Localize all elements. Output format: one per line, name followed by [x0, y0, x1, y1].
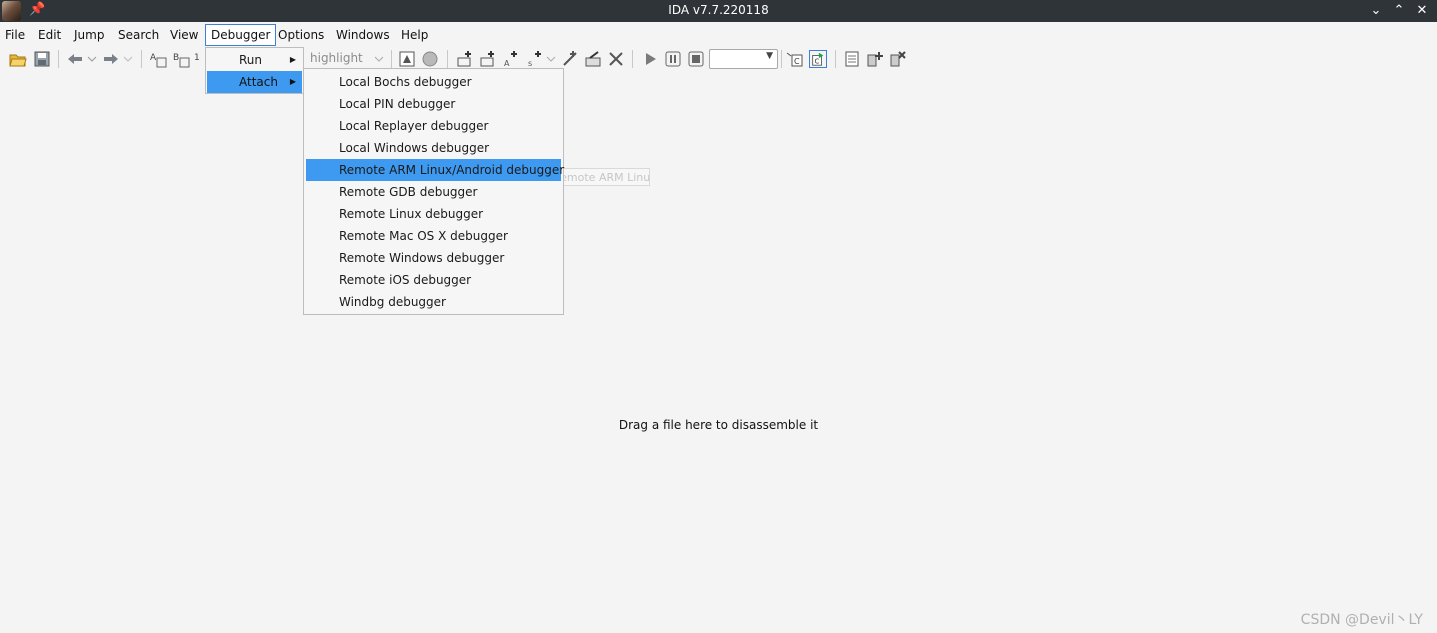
- menu-windows[interactable]: Windows: [331, 24, 395, 46]
- save-icon[interactable]: [33, 50, 51, 68]
- menu-item-run[interactable]: Run ▶: [207, 49, 302, 71]
- pause-icon[interactable]: [664, 50, 682, 68]
- svg-text:s: s: [528, 59, 532, 68]
- add-breakpoint-icon[interactable]: [866, 50, 884, 68]
- struct-dropdown-icon[interactable]: [545, 50, 557, 68]
- menu-item-remote-gdb[interactable]: Remote GDB debugger: [306, 181, 561, 203]
- menu-item-attach[interactable]: Attach ▶: [207, 71, 302, 93]
- back-dropdown-icon[interactable]: [86, 50, 98, 68]
- immediate-search-icon[interactable]: 1: [193, 50, 205, 68]
- forward-dropdown-icon[interactable]: [122, 50, 134, 68]
- open-folder-icon[interactable]: [9, 50, 27, 68]
- workspace[interactable]: Drag a file here to disassemble it: [0, 72, 1437, 633]
- submenu-arrow-icon: ▶: [289, 55, 296, 64]
- menu-item-attach-label: Attach: [239, 75, 278, 89]
- menu-item-remote-windows[interactable]: Remote Windows debugger: [306, 247, 561, 269]
- menu-bar: File Edit Jump Search View Debugger Opti…: [0, 24, 1437, 46]
- patch-icon[interactable]: [584, 50, 602, 68]
- menu-item-remote-linux[interactable]: Remote Linux debugger: [306, 203, 561, 225]
- highlight-label[interactable]: highlight: [310, 51, 363, 65]
- menu-item-remote-arm-linux-android[interactable]: Remote ARM Linux/Android debugger: [306, 159, 564, 181]
- svg-text:C: C: [794, 57, 800, 66]
- add-struct-icon[interactable]: s: [526, 50, 544, 68]
- window-title: IDA v7.7.220118: [668, 3, 769, 17]
- menu-item-windbg[interactable]: Windbg debugger: [306, 291, 561, 313]
- menu-item-local-windows[interactable]: Local Windows debugger: [306, 137, 561, 159]
- circle-icon[interactable]: [421, 50, 439, 68]
- menu-help[interactable]: Help: [396, 24, 433, 46]
- chevron-down-icon: ▼: [766, 51, 773, 61]
- watermark: CSDN @Devil丶LY: [1300, 612, 1423, 628]
- menu-item-remote-mac-os-x[interactable]: Remote Mac OS X debugger: [306, 225, 561, 247]
- back-icon[interactable]: [66, 50, 84, 68]
- menu-file[interactable]: File: [0, 24, 30, 46]
- debugger-select[interactable]: ▼: [709, 49, 778, 69]
- close-icon[interactable]: ✕: [1413, 2, 1431, 20]
- add-function-icon[interactable]: [456, 50, 474, 68]
- svg-text:A: A: [150, 53, 157, 63]
- stop-icon[interactable]: [687, 50, 705, 68]
- menu-debugger[interactable]: Debugger: [205, 24, 277, 46]
- minimize-icon[interactable]: ⌄: [1367, 2, 1385, 20]
- breakpoint-list-icon[interactable]: [843, 50, 861, 68]
- add-string-icon[interactable]: A: [502, 50, 520, 68]
- delete-breakpoint-icon[interactable]: [889, 50, 907, 68]
- maximize-icon[interactable]: ⌃: [1390, 2, 1408, 20]
- add-enum-icon[interactable]: [561, 50, 579, 68]
- menu-item-remote-ios[interactable]: Remote iOS debugger: [306, 269, 561, 291]
- svg-text:C: C: [814, 56, 819, 65]
- submenu-arrow-icon: ▶: [289, 77, 296, 86]
- menu-edit[interactable]: Edit: [33, 24, 66, 46]
- svg-text:1: 1: [194, 53, 200, 63]
- svg-text:B: B: [173, 53, 179, 63]
- menu-item-local-pin[interactable]: Local PIN debugger: [306, 93, 561, 115]
- svg-text:A: A: [504, 59, 510, 68]
- binary-search-icon[interactable]: B: [172, 50, 190, 68]
- menu-search[interactable]: Search: [113, 24, 164, 46]
- menu-item-run-label: Run: [239, 53, 263, 67]
- menu-item-local-bochs[interactable]: Local Bochs debugger: [306, 71, 561, 93]
- menu-item-local-replayer[interactable]: Local Replayer debugger: [306, 115, 561, 137]
- text-search-icon[interactable]: A: [149, 50, 167, 68]
- add-data-icon[interactable]: [479, 50, 497, 68]
- highlight-dropdown-icon[interactable]: [373, 50, 385, 68]
- title-bar: 📌 IDA v7.7.220118 ⌄ ⌃ ✕: [0, 0, 1437, 22]
- debugger-menu: Run ▶ Attach ▶: [205, 47, 304, 94]
- menu-view[interactable]: View: [165, 24, 203, 46]
- forward-icon[interactable]: [102, 50, 120, 68]
- undefine-icon[interactable]: [607, 50, 625, 68]
- start-debug-icon[interactable]: [641, 50, 659, 68]
- attach-submenu: Local Bochs debugger Local PIN debugger …: [303, 68, 564, 315]
- graph-overview-icon[interactable]: [398, 50, 416, 68]
- switch-debugger-icon[interactable]: C: [809, 50, 827, 68]
- debugger-options-icon[interactable]: C: [786, 50, 804, 68]
- menu-jump[interactable]: Jump: [69, 24, 109, 46]
- menu-options[interactable]: Options: [273, 24, 329, 46]
- drop-hint: Drag a file here to disassemble it: [618, 418, 819, 432]
